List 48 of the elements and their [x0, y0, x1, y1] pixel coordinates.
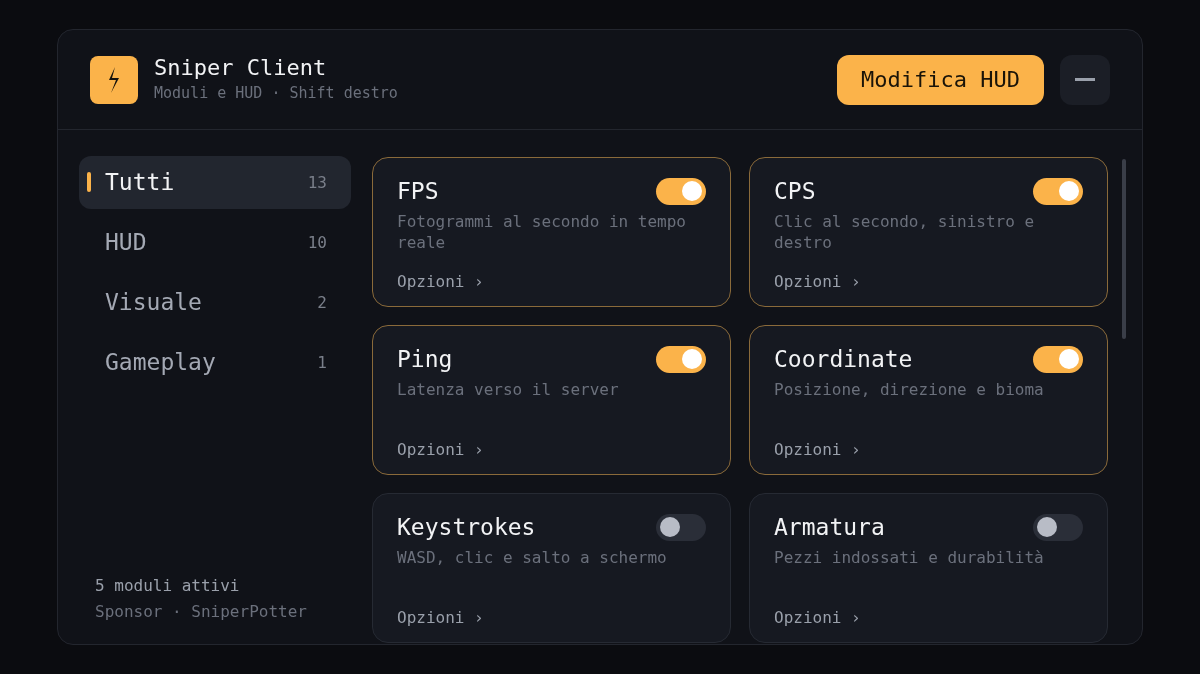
module-name: Armatura [774, 513, 886, 542]
bolt-logo-icon [90, 55, 138, 104]
module-card[interactable]: Ping Latenza verso il server Opzioni › [372, 325, 731, 475]
module-description: Latenza verso il server [397, 378, 620, 400]
category-item[interactable]: Tutti 13 [79, 156, 351, 209]
edit-hud-button[interactable]: Modifica HUD [837, 54, 1044, 105]
scrollbar[interactable] [1122, 159, 1126, 339]
module-description: Pezzi indossati e durabilità [774, 546, 1045, 568]
module-name: CPS [774, 177, 817, 206]
app-subtitle: Moduli e HUD · Shift destro [154, 83, 398, 105]
module-card[interactable]: Keystrokes WASD, clic e salto a schermo Opzioni › [372, 493, 731, 643]
options-link[interactable]: Opzioni › [774, 270, 1083, 294]
toggle-switch[interactable] [1033, 345, 1083, 373]
module-description: Fotogrammi al secondo in tempo reale [397, 210, 687, 253]
active-indicator [87, 172, 91, 192]
category-count: 10 [307, 231, 327, 254]
app-title: Sniper Client [154, 54, 328, 83]
options-link[interactable]: Opzioni › [397, 270, 706, 294]
toggle-switch[interactable] [1033, 513, 1083, 541]
toggle-switch[interactable] [656, 345, 706, 373]
options-link[interactable]: Opzioni › [774, 606, 1083, 630]
category-count: 2 [317, 291, 327, 314]
toggle-switch[interactable] [1033, 177, 1083, 205]
footer-text: 5 moduli attivi [95, 575, 241, 597]
module-card[interactable]: FPS Fotogrammi al secondo in tempo reale Opzioni › [372, 157, 731, 307]
module-name: FPS [397, 177, 440, 206]
module-name: Ping [397, 345, 454, 374]
footer-text: Sponsor · SniperPotter [95, 601, 308, 623]
category-item[interactable]: HUD 10 [79, 216, 351, 269]
module-name: Coordinate [774, 345, 914, 374]
category-count: 1 [317, 351, 327, 374]
module-name: Keystrokes [397, 513, 537, 542]
category-count: 13 [307, 171, 327, 194]
options-link[interactable]: Opzioni › [774, 438, 1083, 462]
minus-icon [1075, 78, 1095, 81]
options-link[interactable]: Opzioni › [397, 438, 706, 462]
toggle-switch[interactable] [656, 177, 706, 205]
minimize-button[interactable] [1060, 54, 1110, 105]
module-card[interactable]: CPS Clic al secondo, sinistro e destro Opzioni › [749, 157, 1108, 307]
category-item[interactable]: Visuale 2 [79, 276, 351, 329]
options-link[interactable]: Opzioni › [397, 606, 706, 630]
module-description: Posizione, direzione e bioma [774, 378, 1045, 400]
module-card[interactable]: Coordinate Posizione, direzione e bioma Opzioni › [749, 325, 1108, 475]
module-description: Clic al secondo, sinistro e destro [774, 210, 1036, 253]
toggle-switch[interactable] [656, 513, 706, 541]
module-card[interactable]: Armatura Pezzi indossati e durabilità Opzioni › [749, 493, 1108, 643]
category-item[interactable]: Gameplay 1 [79, 336, 351, 389]
module-description: WASD, clic e salto a schermo [397, 546, 668, 568]
